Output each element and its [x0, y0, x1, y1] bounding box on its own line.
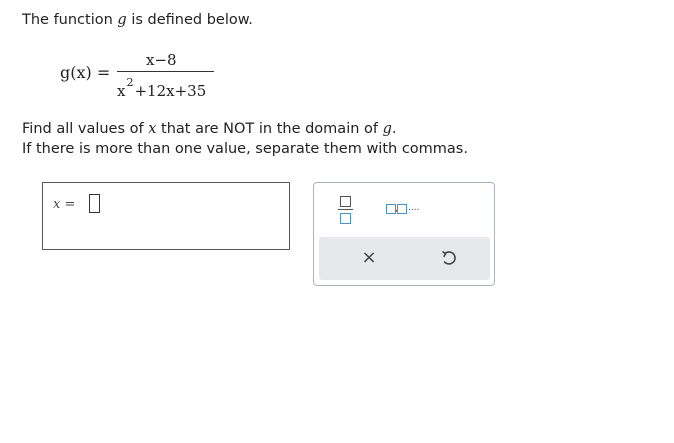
fraction-line: [338, 209, 353, 210]
problem-intro: The function g is defined below.: [22, 12, 253, 28]
fraction-numerator-box: [340, 196, 351, 207]
instructions: Find all values of x that are NOT in the…: [22, 119, 468, 159]
formula-numerator: x−8: [146, 51, 177, 69]
fraction-bar: [117, 71, 214, 72]
function-definition: g(x) = x−8 x2+12x+35: [60, 46, 230, 106]
instruction-text-c: .: [391, 121, 397, 137]
close-icon: ×: [361, 247, 377, 268]
clear-button[interactable]: ×: [359, 248, 379, 268]
list-dots: ....: [408, 203, 420, 213]
denominator-variable: x: [117, 82, 126, 100]
reset-button[interactable]: [439, 248, 459, 268]
instruction-line-1: Find all values of x that are NOT in the…: [22, 119, 468, 139]
intro-text-after: is defined below.: [126, 12, 253, 28]
instruction-text-a: Find all values of: [22, 121, 149, 137]
answer-label: x =: [53, 197, 76, 212]
instruction-line-2: If there is more than one value, separat…: [22, 141, 468, 157]
fraction-button[interactable]: [336, 193, 356, 225]
denominator-rest: +12x+35: [134, 82, 207, 100]
answer-box[interactable]: x =: [42, 182, 290, 250]
formula-lhs: g(x) =: [60, 63, 111, 82]
instruction-variable-g: g: [382, 121, 392, 137]
instruction-text-b: that are NOT in the domain of: [156, 121, 383, 137]
list-button[interactable]: , ....: [384, 197, 424, 219]
undo-icon: [442, 250, 456, 265]
answer-input[interactable]: [89, 194, 100, 213]
palette-action-bar: ×: [319, 237, 490, 280]
denominator-exponent: 2: [126, 76, 134, 89]
fraction-denominator-box: [340, 213, 351, 224]
list-box-2: [397, 204, 407, 214]
intro-variable: g: [117, 12, 127, 28]
formula-denominator: x2+12x+35: [117, 76, 207, 100]
intro-text-before: The function: [22, 12, 118, 28]
math-palette: , .... ×: [313, 182, 495, 286]
